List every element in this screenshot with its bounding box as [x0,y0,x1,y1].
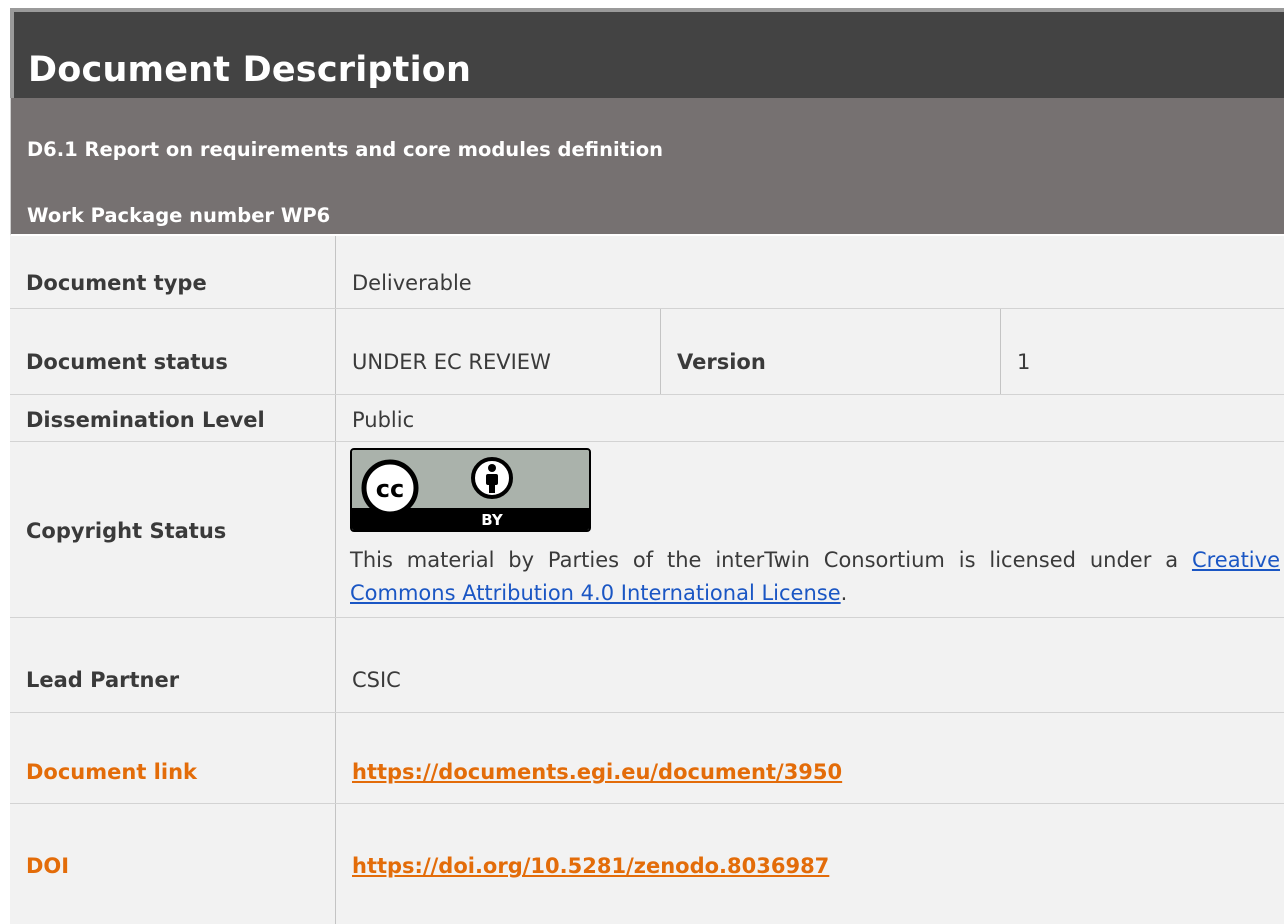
deliverable-row: D6.1 Report on requirements and core mod… [10,98,1284,168]
label-cell: DOI [10,804,336,924]
label-cell: Lead Partner [10,618,336,712]
document-info-table: Document type Deliverable Document statu… [10,236,1284,924]
version-value-cell: 1 [1001,309,1284,394]
lead-partner-label: Lead Partner [26,668,180,692]
version-label-cell: Version [661,309,1001,394]
value-cell: UNDER EC REVIEW [336,309,661,394]
lead-partner-value: CSIC [352,668,401,692]
document-link-label: Document link [26,760,197,784]
work-package-row: Work Package number WP6 [10,168,1284,236]
table-row-lead-partner: Lead Partner CSIC [10,618,1284,713]
deliverable-title: D6.1 Report on requirements and core mod… [27,138,663,161]
copyright-label: Copyright Status [26,519,227,543]
value-cell: Deliverable [336,236,1284,308]
table-row-dissemination: Dissemination Level Public [10,395,1284,442]
label-cell: Document status [10,309,336,394]
value-cell: cc BY This material by Parties of the in… [336,442,1284,617]
value-cell: CSIC [336,618,1284,712]
cc-text: cc [376,475,404,503]
document-type-label: Document type [26,271,207,295]
cc-by-license-badge[interactable]: cc BY [350,448,591,532]
work-package-label: Work Package number WP6 [27,204,331,227]
license-text: This material by Parties of the interTwi… [350,544,1280,610]
label-cell: Document type [10,236,336,308]
document-status-label: Document status [26,350,228,374]
dissemination-label: Dissemination Level [26,408,265,432]
license-text-before: This material by Parties of the interTwi… [350,548,1192,572]
label-cell: Document link [10,713,336,803]
version-label: Version [677,350,766,374]
doi-link[interactable]: https://doi.org/10.5281/zenodo.8036987 [352,854,829,878]
table-row-document-link: Document link https://documents.egi.eu/d… [10,713,1284,804]
doi-label: DOI [26,854,70,878]
table-row-document-type: Document type Deliverable [10,236,1284,309]
cc-by-icon: cc BY [352,450,589,530]
document-link[interactable]: https://documents.egi.eu/document/3950 [352,760,842,784]
table-row-document-status: Document status UNDER EC REVIEW Version … [10,309,1284,395]
title-bar: Document Description [10,8,1284,98]
version-value: 1 [1017,350,1031,374]
page-title: Document Description [28,50,472,90]
document-type-value: Deliverable [352,271,472,295]
license-text-after: . [840,581,848,605]
dissemination-value: Public [352,408,415,432]
value-cell: https://documents.egi.eu/document/3950 [336,713,1284,803]
document-status-value: UNDER EC REVIEW [352,350,551,374]
label-cell: Dissemination Level [10,395,336,441]
table-row-doi: DOI https://doi.org/10.5281/zenodo.80369… [10,804,1284,924]
value-cell: https://doi.org/10.5281/zenodo.8036987 [336,804,1284,924]
label-cell: Copyright Status [10,442,336,617]
table-row-copyright: Copyright Status cc BY This material by … [10,442,1284,618]
value-cell: Public [336,395,1284,441]
by-text: BY [481,511,504,529]
